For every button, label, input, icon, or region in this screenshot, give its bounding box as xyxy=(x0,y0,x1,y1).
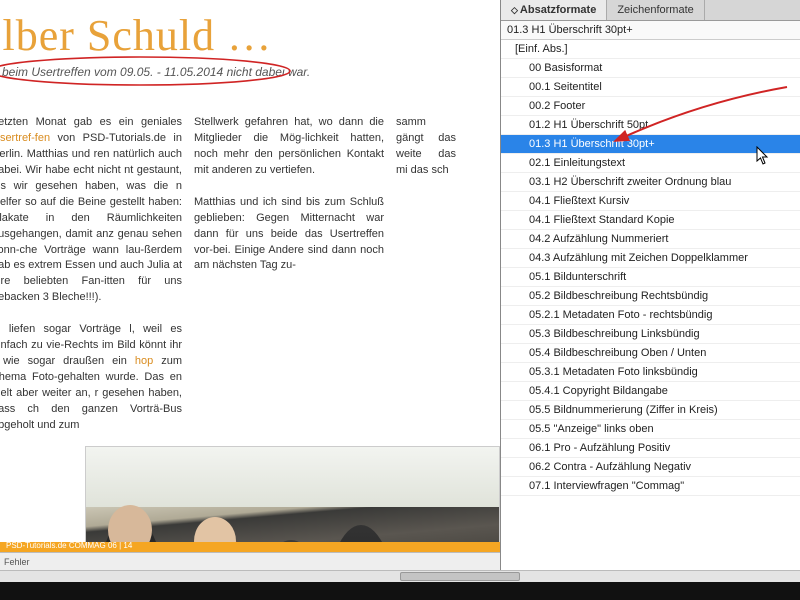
style-item[interactable]: 01.3 H1 Überschrift 30pt+ xyxy=(501,135,800,154)
status-errors[interactable]: Fehler xyxy=(4,557,30,567)
body-text: Matthias und ich sind bis zum Schluß geb… xyxy=(194,196,384,272)
style-item[interactable]: 05.2.1 Metadaten Foto - rechtsbündig xyxy=(501,306,800,325)
style-item[interactable]: [Einf. Abs.] xyxy=(501,40,800,59)
body-text: samm gängt das weite das mi das sch xyxy=(396,116,456,176)
style-list[interactable]: [Einf. Abs.]00 Basisformat00.1 Seitentit… xyxy=(501,40,800,570)
document-preview: elber Schuld … beim Usertreffen vom 09.0… xyxy=(0,0,500,570)
body-text: Stellwerk gefahren hat, wo dann die Mitg… xyxy=(194,116,384,176)
panel-tabs: ◇Absatzformate Zeichenformate xyxy=(501,0,800,21)
style-item[interactable]: 05.4 Bildbeschreibung Oben / Unten xyxy=(501,344,800,363)
style-item[interactable]: 04.1 Fließtext Kursiv xyxy=(501,192,800,211)
style-item[interactable]: 05.2 Bildbeschreibung Rechtsbündig xyxy=(501,287,800,306)
current-style-display: 01.3 H1 Überschrift 30pt+ xyxy=(501,21,800,40)
status-bar: Fehler xyxy=(0,552,500,570)
style-item[interactable]: 05.5 "Anzeige" links oben xyxy=(501,420,800,439)
style-item[interactable]: 01.2 H1 Überschrift 50pt xyxy=(501,116,800,135)
tab-character-styles[interactable]: Zeichenformate xyxy=(607,0,704,20)
style-item[interactable]: 07.1 Interviewfragen "Commag" xyxy=(501,477,800,496)
style-item[interactable]: 00 Basisformat xyxy=(501,59,800,78)
style-item[interactable]: 04.3 Aufzählung mit Zeichen Doppelklamme… xyxy=(501,249,800,268)
body-text: Letzten Monat gab es ein geniales xyxy=(0,116,182,128)
style-item[interactable]: 05.3 Bildbeschreibung Linksbündig xyxy=(501,325,800,344)
inline-link: Usertref-fen xyxy=(0,132,50,144)
tab-paragraph-styles[interactable]: ◇Absatzformate xyxy=(501,0,607,20)
subheadline[interactable]: beim Usertreffen vom 09.05. - 11.05.2014… xyxy=(0,65,492,79)
paragraph-styles-panel: ◇Absatzformate Zeichenformate 01.3 H1 Üb… xyxy=(500,0,800,570)
scrollbar-thumb[interactable] xyxy=(400,572,520,581)
style-item[interactable]: 05.5 Bildnummerierung (Ziffer in Kreis) xyxy=(501,401,800,420)
style-item[interactable]: 02.1 Einleitungstext xyxy=(501,154,800,173)
horizontal-scrollbar[interactable] xyxy=(0,570,800,582)
style-item[interactable]: 06.1 Pro - Aufzählung Positiv xyxy=(501,439,800,458)
style-item[interactable]: 00.2 Footer xyxy=(501,97,800,116)
style-item[interactable]: 05.3.1 Metadaten Foto linksbündig xyxy=(501,363,800,382)
headline-h1[interactable]: elber Schuld … xyxy=(0,10,492,61)
sort-icon: ◇ xyxy=(511,5,518,15)
style-item[interactable]: 05.1 Bildunterschrift xyxy=(501,268,800,287)
body-text: von PSD-Tutorials.de in Berlin. Matthias… xyxy=(0,132,182,303)
window-frame-bottom xyxy=(0,582,800,600)
style-item[interactable]: 04.2 Aufzählung Nummeriert xyxy=(501,230,800,249)
style-item[interactable]: 06.2 Contra - Aufzählung Negativ xyxy=(501,458,800,477)
page-footer-text: PSD-Tutorials.de COMMAG 06 | 14 xyxy=(6,541,132,550)
style-item[interactable]: 05.4.1 Copyright Bildangabe xyxy=(501,382,800,401)
body-text-columns[interactable]: Letzten Monat gab es ein geniales Usertr… xyxy=(0,115,492,434)
style-item[interactable]: 03.1 H2 Überschrift zweiter Ordnung blau xyxy=(501,173,800,192)
style-item[interactable]: 00.1 Seitentitel xyxy=(501,78,800,97)
style-item[interactable]: 04.1 Fließtext Standard Kopie xyxy=(501,211,800,230)
inline-link: hop xyxy=(135,355,153,367)
tab-label: Absatzformate xyxy=(520,4,596,16)
